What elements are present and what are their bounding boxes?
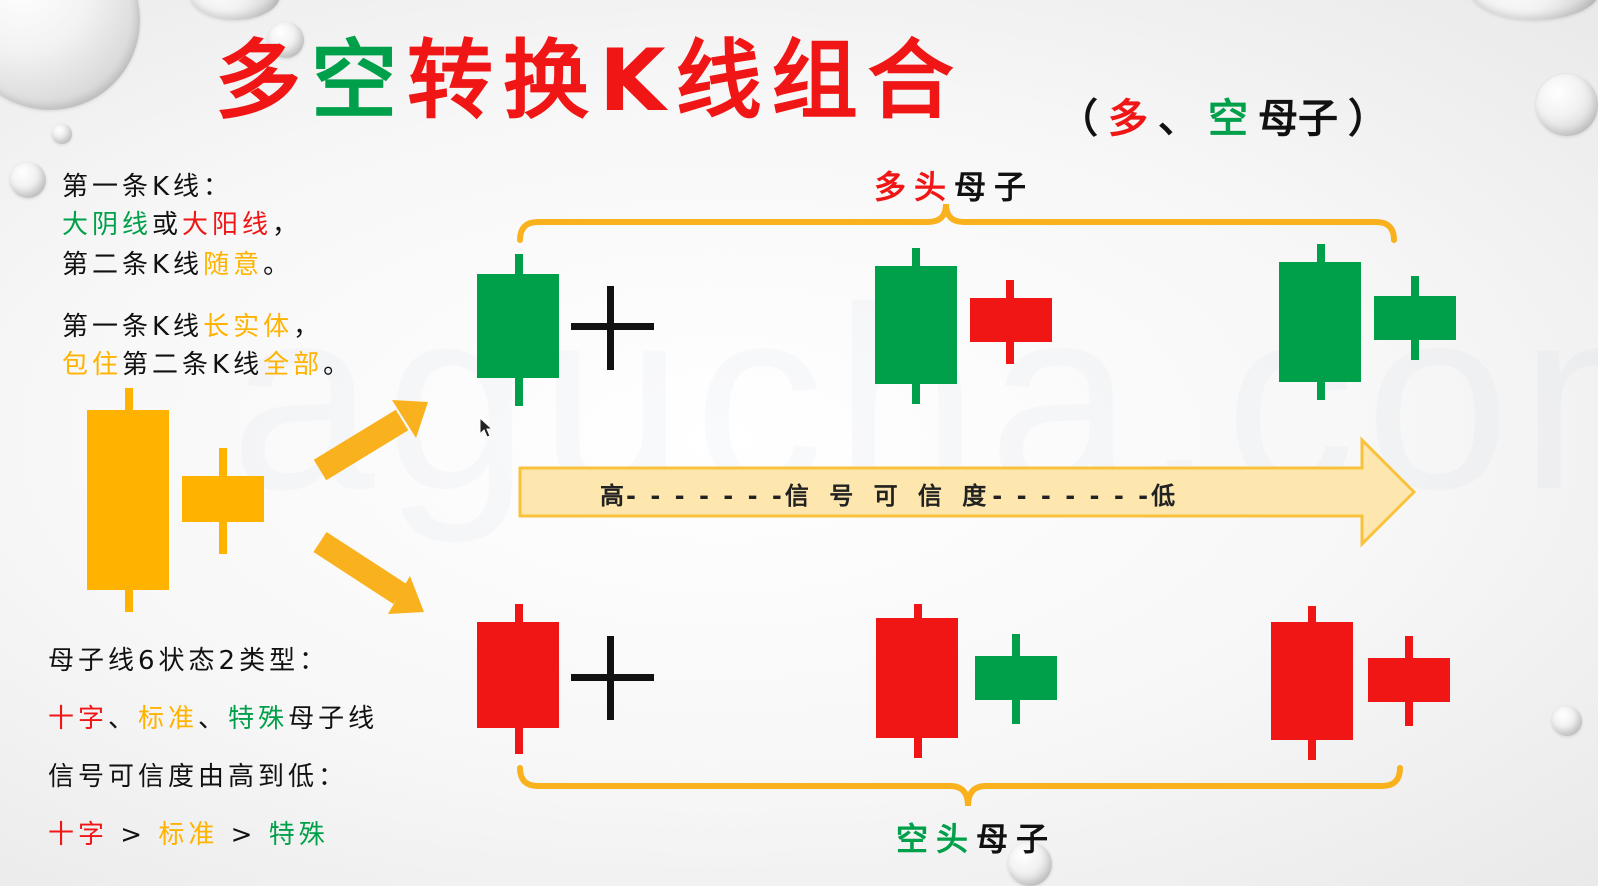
example-harami — [87, 388, 264, 612]
bull-cross-harami — [477, 254, 654, 406]
confidence-high: 高 — [600, 482, 626, 510]
bull-special-harami — [1279, 244, 1456, 400]
harami-diagram — [87, 203, 1456, 807]
bear-special-harami — [1271, 606, 1450, 760]
confidence-middle: 信 号 可 信 度 — [784, 482, 993, 510]
example-mother-body — [87, 410, 169, 590]
arrow-up-right — [313, 400, 428, 481]
confidence-dashes-left: - - - - - - - — [626, 482, 785, 510]
mouse-cursor-icon — [479, 416, 494, 438]
bull-standard-harami — [875, 248, 1052, 404]
bull-group-brace — [517, 203, 1397, 243]
example-child-body — [182, 476, 264, 522]
arrow-down-right — [313, 531, 424, 614]
bear-standard-harami — [876, 604, 1057, 758]
confidence-dashes-right: - - - - - - - — [992, 482, 1152, 510]
confidence-arrow-text: 高- - - - - - -信 号 可 信 度- - - - - - -低 — [600, 476, 1177, 511]
bear-cross-harami — [477, 604, 654, 754]
bear-group-brace — [517, 765, 1403, 807]
confidence-low: 低 — [1151, 482, 1178, 510]
